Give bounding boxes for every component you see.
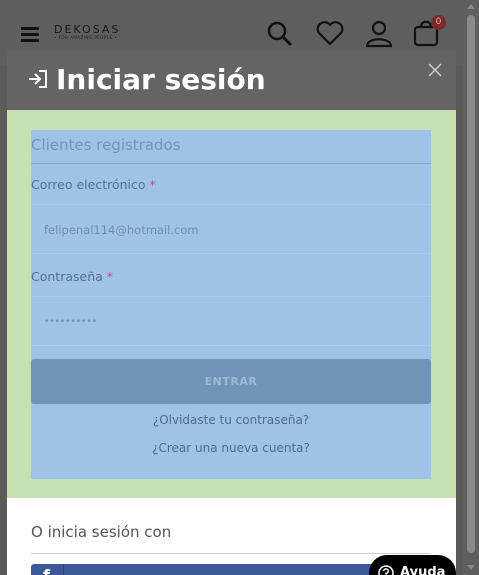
section-title: Clientes registrados <box>31 136 181 154</box>
user-icon[interactable] <box>364 18 394 48</box>
email-field-bottom-border <box>31 253 431 254</box>
email-label-text: Correo electrónico <box>31 177 146 192</box>
required-mark: * <box>149 177 156 192</box>
alt-login-title: O inicia sesión con <box>31 523 172 541</box>
question-icon <box>378 565 394 575</box>
help-button[interactable]: Ayuda <box>369 555 456 575</box>
close-icon[interactable] <box>427 62 443 78</box>
submit-button[interactable]: ENTRAR <box>31 359 431 404</box>
menu-icon[interactable] <box>21 27 39 42</box>
search-icon[interactable] <box>264 18 294 48</box>
login-form: Clientes registrados Correo electrónico … <box>31 130 431 479</box>
modal-title: Iniciar sesión <box>56 63 266 96</box>
login-icon <box>29 70 47 88</box>
login-container: Clientes registrados Correo electrónico … <box>7 110 456 498</box>
scroll-up-arrow-icon[interactable] <box>467 4 475 9</box>
scroll-down-arrow-icon[interactable] <box>467 565 475 570</box>
password-label-text: Contraseña <box>31 269 103 284</box>
scroll-thumb[interactable] <box>467 15 475 553</box>
password-field-bottom-border <box>31 345 431 346</box>
email-label: Correo electrónico * <box>31 176 156 194</box>
logo-name: DEKOSAS <box>54 23 121 36</box>
facebook-icon: f <box>43 568 50 575</box>
password-label: Contraseña * <box>31 268 113 286</box>
forgot-password-link[interactable]: ¿Olvidaste tu contraseña? <box>31 411 431 429</box>
create-account-link[interactable]: ¿Crear una nueva cuenta? <box>31 439 431 457</box>
heart-icon[interactable] <box>315 18 345 48</box>
password-field[interactable]: •••••••••• <box>31 297 431 347</box>
required-mark: * <box>106 269 114 284</box>
login-modal: Iniciar sesión Clientes registrados Corr… <box>7 50 456 575</box>
logo-tagline: • FOR AMAZING PEOPLE • <box>54 35 118 40</box>
modal-header: Iniciar sesión <box>7 50 456 110</box>
help-label: Ayuda <box>400 565 446 575</box>
email-field[interactable]: felipenal114@hotmail.com <box>31 205 431 255</box>
section-divider <box>31 163 431 164</box>
cart-count-badge: 0 <box>431 15 446 30</box>
alt-login-divider <box>31 553 431 554</box>
scrollbar[interactable] <box>463 0 479 575</box>
logo[interactable]: DEKOSAS • FOR AMAZING PEOPLE • <box>54 24 120 41</box>
facebook-button-separator <box>63 564 64 575</box>
